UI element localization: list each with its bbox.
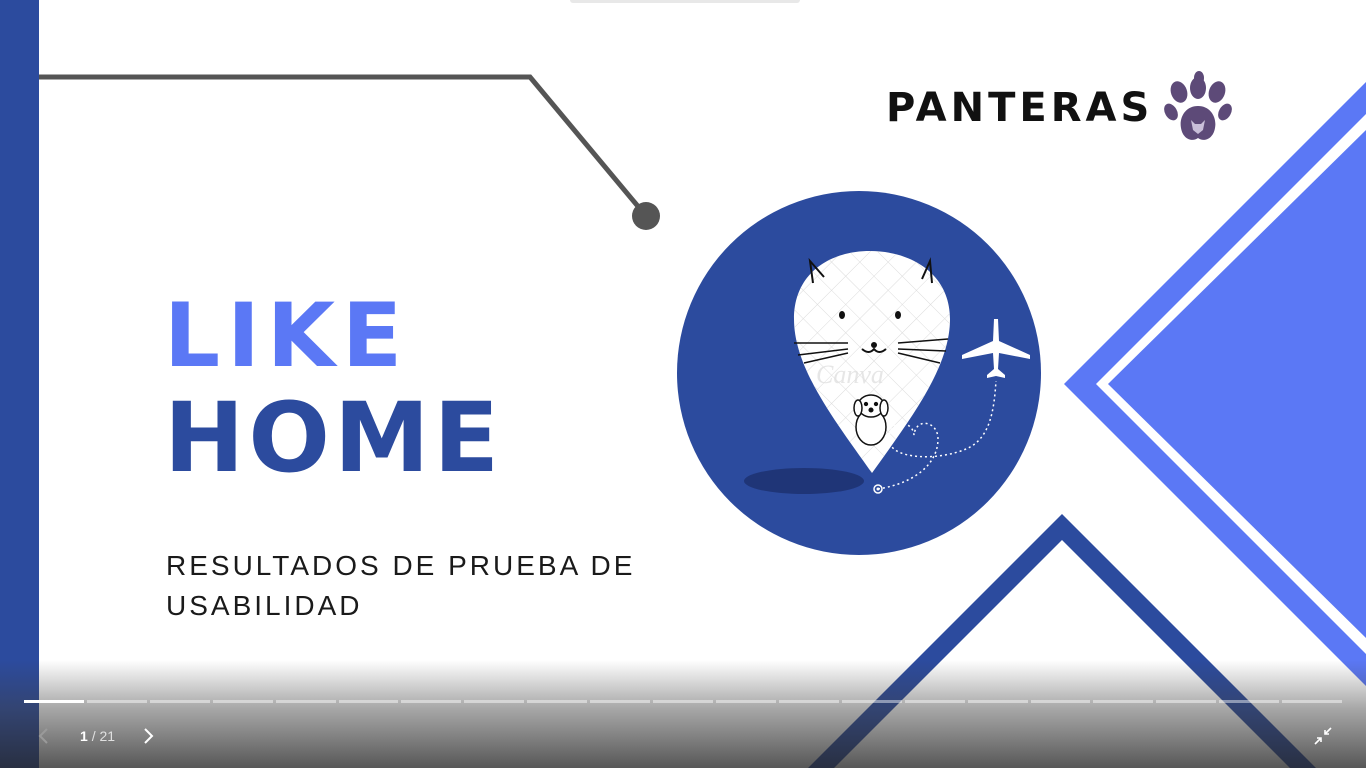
title-like: LIKE bbox=[164, 284, 410, 387]
progress-segment[interactable] bbox=[212, 700, 273, 703]
subtitle-line2: USABILIDAD bbox=[166, 590, 363, 621]
dog-icon bbox=[853, 394, 889, 446]
progress-segment[interactable] bbox=[715, 700, 776, 703]
exit-fullscreen-icon bbox=[1314, 727, 1332, 745]
paw-print-icon bbox=[1164, 71, 1233, 140]
progress-segment[interactable] bbox=[653, 700, 713, 703]
connector-dot bbox=[632, 202, 660, 230]
total-slides: 21 bbox=[99, 728, 116, 744]
brand-name: PANTERAS bbox=[886, 85, 1154, 131]
chevron-right-icon bbox=[144, 728, 154, 744]
progress-segment[interactable] bbox=[1219, 700, 1280, 703]
exit-fullscreen-button[interactable] bbox=[1311, 724, 1335, 748]
subtitle: RESULTADOS DE PRUEBA DE USABILIDAD bbox=[166, 546, 686, 626]
presentation-slide: PANTERAS LIKE HOME RESULTADOS DE PRUEBA … bbox=[0, 0, 1366, 768]
progress-segment[interactable] bbox=[1156, 700, 1217, 703]
presentation-controls: 1 / 21 bbox=[0, 660, 1366, 768]
subtitle-line1: RESULTADOS DE PRUEBA DE bbox=[166, 550, 636, 581]
slide-progress-bar[interactable] bbox=[24, 700, 1343, 703]
hero-illustration: Canva bbox=[677, 191, 1041, 555]
previous-slide-button[interactable] bbox=[32, 724, 54, 748]
title-home: HOME bbox=[164, 382, 504, 494]
progress-segment[interactable] bbox=[967, 700, 1028, 703]
next-slide-button[interactable] bbox=[138, 724, 160, 748]
pin-shadow bbox=[744, 468, 864, 494]
progress-segment[interactable] bbox=[841, 700, 902, 703]
progress-segment[interactable] bbox=[1093, 700, 1154, 703]
progress-segment[interactable] bbox=[1282, 700, 1343, 703]
progress-segment[interactable] bbox=[1030, 700, 1091, 703]
progress-segment[interactable] bbox=[590, 700, 651, 703]
progress-segment[interactable] bbox=[24, 700, 84, 703]
progress-segment[interactable] bbox=[275, 700, 336, 703]
canva-watermark: Canva bbox=[816, 360, 884, 389]
current-slide-number: 1 bbox=[80, 728, 88, 744]
progress-segment[interactable] bbox=[464, 700, 525, 703]
progress-segment[interactable] bbox=[527, 700, 588, 703]
progress-segment[interactable] bbox=[149, 700, 210, 703]
slide-counter: 1 / 21 bbox=[80, 728, 115, 744]
connector-line bbox=[39, 74, 648, 218]
progress-segment[interactable] bbox=[86, 700, 147, 703]
progress-segment[interactable] bbox=[778, 700, 839, 703]
progress-segment[interactable] bbox=[338, 700, 399, 703]
brand-logo: PANTERAS bbox=[886, 68, 1233, 148]
big-triangle-inner bbox=[1108, 130, 1366, 638]
progress-segment[interactable] bbox=[904, 700, 965, 703]
progress-segment[interactable] bbox=[401, 700, 462, 703]
counter-separator: / bbox=[91, 728, 96, 744]
chevron-left-icon bbox=[38, 728, 48, 744]
